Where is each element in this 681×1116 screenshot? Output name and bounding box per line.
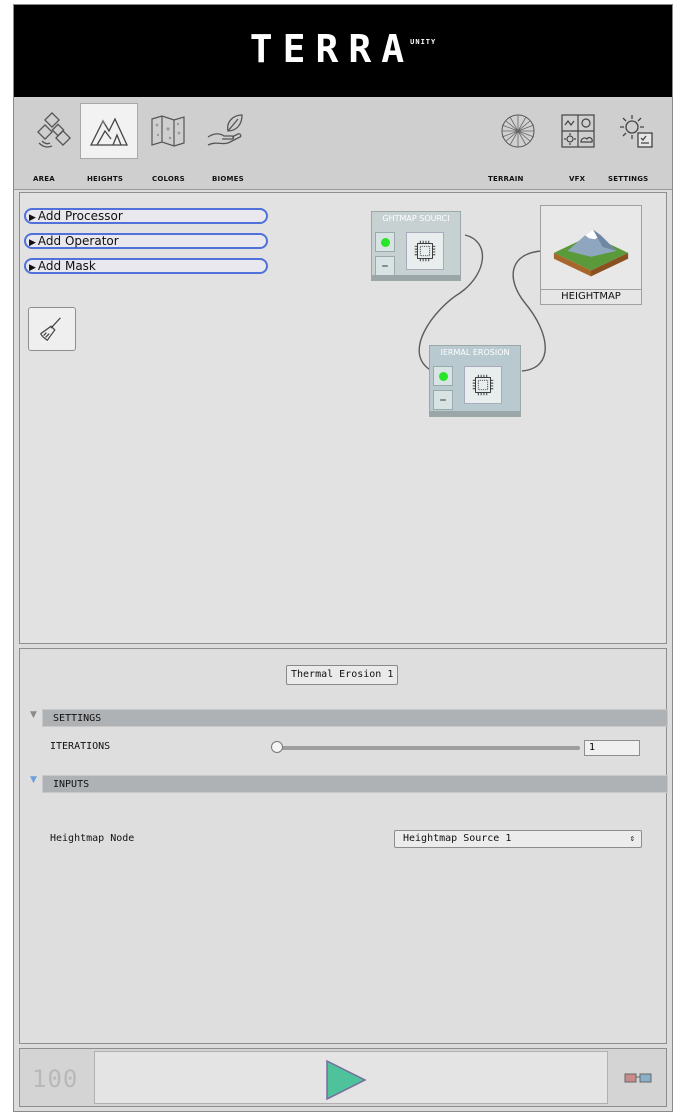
- tab-settings[interactable]: [610, 105, 662, 157]
- tab-terrain[interactable]: [492, 105, 544, 157]
- glasses-icon[interactable]: [624, 1071, 652, 1085]
- play-area[interactable]: [94, 1051, 608, 1104]
- settings-collapse-icon[interactable]: ▼: [30, 710, 37, 720]
- globe-icon: [501, 114, 535, 148]
- play-icon[interactable]: [321, 1058, 369, 1102]
- header-bar: TERRAUNITY: [14, 5, 672, 97]
- node-footer: [430, 411, 520, 416]
- node-footer: [372, 275, 460, 280]
- settings-section-header[interactable]: SETTINGS: [42, 709, 668, 727]
- tab-area-label: AREA: [33, 175, 55, 183]
- heightmap-node-select[interactable]: Heightmap Source 1 ⇕: [394, 830, 642, 848]
- logo-subtext: UNITY: [410, 38, 437, 46]
- active-indicator: [438, 371, 448, 381]
- select-arrows-icon: ⇕: [629, 834, 635, 844]
- map-icon: [151, 115, 185, 147]
- clear-graph-button[interactable]: [28, 307, 76, 351]
- triangle-right-icon: ▶: [29, 238, 36, 248]
- mountains-icon: [89, 117, 129, 146]
- tab-vfx-label: VFX: [569, 175, 586, 183]
- iterations-slider-track[interactable]: [278, 746, 580, 750]
- node-heightmap-output[interactable]: HEIGHTMAP: [540, 205, 642, 305]
- heightmap-node-value: Heightmap Source 1: [403, 833, 512, 844]
- tab-biomes-label: BIOMES: [212, 175, 244, 183]
- add-processor-button[interactable]: ▶ Add Processor: [24, 208, 268, 224]
- node-remove-button[interactable]: –: [433, 390, 453, 410]
- add-operator-button[interactable]: ▶ Add Operator: [24, 233, 268, 249]
- heightmap-output-label: HEIGHTMAP: [541, 289, 641, 304]
- tab-settings-label: SETTINGS: [608, 175, 649, 183]
- counter-display: 100: [32, 1065, 79, 1093]
- tab-colors[interactable]: [142, 105, 194, 157]
- add-operator-label: Add Operator: [37, 234, 119, 248]
- terra-window: TERRAUNITY AREA HEIGHTS COLORS BIOMES TE…: [13, 4, 673, 1112]
- iterations-slider-thumb[interactable]: [271, 741, 283, 753]
- satellite-icon: [37, 112, 71, 148]
- node-name-field[interactable]: Thermal Erosion 1: [286, 665, 399, 685]
- node-enable-toggle[interactable]: [375, 232, 395, 252]
- leaf-hand-icon: [207, 114, 243, 146]
- main-toolbar: AREA HEIGHTS COLORS BIOMES TERRAIN VFX S…: [14, 97, 672, 190]
- node-thermal-erosion[interactable]: IERMAL EROSION –: [429, 345, 521, 417]
- tab-heights-label: HEIGHTS: [87, 175, 124, 183]
- tab-biomes[interactable]: [200, 105, 252, 157]
- node-inspector: Thermal Erosion 1 ▼ SETTINGS ITERATIONS …: [19, 648, 668, 1044]
- add-mask-label: Add Mask: [37, 259, 96, 273]
- node-enable-toggle[interactable]: [433, 366, 453, 386]
- broom-icon: [40, 317, 61, 342]
- node-graph-canvas[interactable]: ▶ Add Processor ▶ Add Operator ▶ Add Mask G…: [19, 192, 667, 644]
- tab-area[interactable]: [28, 105, 80, 157]
- terrain-preview-icon: [553, 229, 629, 277]
- iterations-label: ITERATIONS: [50, 741, 111, 752]
- add-mask-button[interactable]: ▶ Add Mask: [24, 258, 268, 274]
- chip-icon: [464, 366, 502, 404]
- bottom-bar: 100: [19, 1048, 667, 1107]
- logo-text: TERRA: [249, 27, 415, 71]
- tab-terrain-label: TERRAIN: [488, 175, 524, 183]
- iterations-field[interactable]: 1: [584, 740, 640, 756]
- terra-logo: TERRAUNITY: [14, 27, 672, 71]
- node-source-title: GHTMAP SOURCI: [382, 214, 450, 223]
- node-heightmap-source[interactable]: GHTMAP SOURCI –: [371, 211, 461, 281]
- weather-icon: [561, 114, 595, 148]
- tab-colors-label: COLORS: [152, 175, 185, 183]
- triangle-right-icon: ▶: [29, 263, 36, 273]
- heightmap-node-label: Heightmap Node: [50, 833, 135, 844]
- add-processor-label: Add Processor: [37, 209, 123, 223]
- node-remove-button[interactable]: –: [375, 256, 395, 276]
- tab-heights[interactable]: [80, 103, 138, 159]
- triangle-right-icon: ▶: [29, 213, 36, 223]
- inputs-section-header[interactable]: INPUTS: [42, 775, 668, 793]
- tab-vfx[interactable]: [552, 105, 604, 157]
- gear-icon: [620, 115, 653, 148]
- chip-icon: [406, 232, 444, 270]
- active-indicator: [380, 237, 390, 247]
- inputs-collapse-icon[interactable]: ▼: [30, 775, 37, 785]
- node-erosion-title: IERMAL EROSION: [440, 348, 510, 357]
